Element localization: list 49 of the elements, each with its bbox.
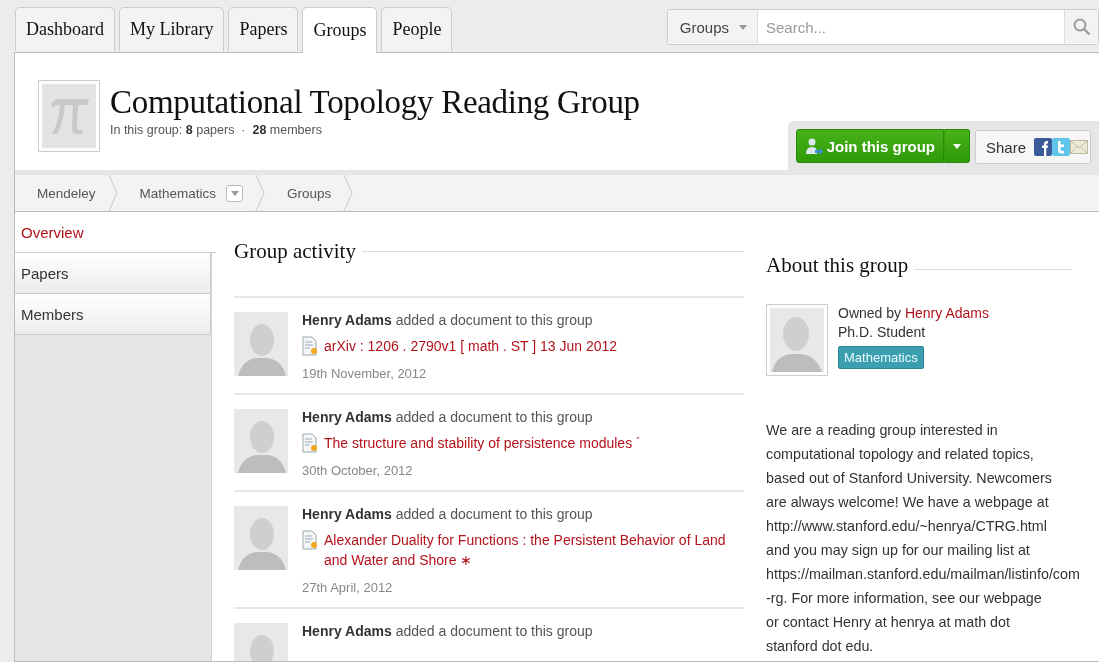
nav-tab[interactable]: Dashboard (15, 7, 115, 51)
document-link[interactable]: Alexander Duality for Functions : the Persistent Behavior of Land and Water and Shore ∗ (324, 530, 744, 570)
group-stats: In this group: 8 papers · 28 members (110, 123, 323, 137)
avatar (234, 312, 288, 376)
dropdown-icon[interactable] (226, 184, 244, 202)
activity-date: 19th November, 2012 (302, 366, 428, 381)
breadcrumb-link[interactable]: Mathematics (117, 175, 256, 211)
avatar (766, 304, 828, 376)
activity-text: Henry Adams added a document to this group (302, 623, 593, 639)
avatar (234, 506, 288, 570)
document-link[interactable]: The structure and stability of persistence modules ´ (324, 433, 641, 453)
activity-text: Henry Adams added a document to this group (302, 312, 594, 328)
sidebar-item[interactable]: Papers (15, 253, 211, 294)
activity-text: Henry Adams added a document to this group (302, 409, 594, 425)
document-icon (302, 336, 318, 356)
search-icon (1072, 18, 1091, 36)
section-heading: About this group (766, 253, 909, 278)
join-options-button[interactable] (943, 129, 970, 163)
activity-date: 30th October, 2012 (302, 463, 414, 478)
breadcrumb-separator (107, 175, 118, 211)
document-icon (302, 530, 318, 550)
add-person-icon (804, 137, 823, 155)
breadcrumb-separator (343, 175, 354, 211)
search-scope-dropdown[interactable]: Groups (667, 10, 758, 44)
search-bar[interactable]: Groups Search... (666, 9, 1099, 45)
owner-link[interactable]: Henry Adams (904, 305, 989, 321)
owner-text: Owned by Henry Adams (838, 304, 989, 323)
activity-text: Henry Adams added a document to this group (302, 506, 594, 522)
activity-date: 27th April, 2012 (302, 580, 394, 595)
breadcrumb-link[interactable]: Mendeley (15, 175, 108, 211)
section-heading: Group activity (234, 238, 356, 264)
sidebar-item[interactable]: Members (15, 294, 211, 335)
facebook-icon[interactable] (1034, 138, 1052, 156)
group-title: Computational Topology Reading Group (110, 84, 640, 121)
sidebar-item[interactable]: Overview (15, 212, 216, 253)
breadcrumb-link[interactable]: Groups (265, 175, 344, 211)
breadcrumb-separator (255, 175, 266, 211)
owner-role: Ph.D. Student (838, 323, 926, 342)
nav-tab[interactable]: People (381, 7, 453, 51)
nav-tab[interactable]: My Library (119, 7, 225, 51)
nav-tab[interactable]: Groups (302, 7, 378, 53)
nav-tab[interactable]: Papers (228, 7, 299, 51)
share-label: Share (985, 138, 1026, 156)
group-description: We are a reading group interested in computational topology and related topics, based out of Stanford University. Newcomers are always welcome! We have a webpage at http://www.stanford.edu/~henrya/CTRG.html and you may sign up for our mailing list at https://mailman.stanford.edu/mailman/listinfo/com -rg. For more information, see our webpage or contact Henry at henrya at math dot stanford dot edu. (766, 421, 1080, 656)
document-link[interactable]: arXiv : 1206 . 2790v1 [ math . ST ] 13 Jun 2012 (324, 336, 618, 356)
search-button[interactable] (1064, 10, 1098, 44)
avatar (234, 409, 288, 473)
document-icon (302, 433, 318, 453)
email-icon[interactable] (1070, 138, 1088, 156)
